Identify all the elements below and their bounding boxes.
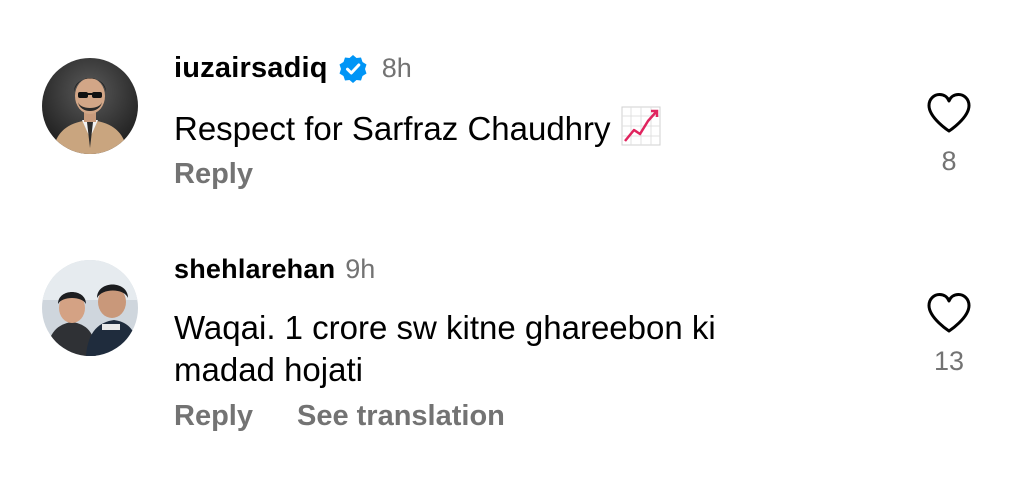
heart-icon[interactable]: [926, 292, 972, 334]
comment-time: 9h: [345, 254, 376, 284]
like-count: 13: [933, 346, 965, 376]
avatar[interactable]: [42, 260, 138, 356]
see-translation-button[interactable]: See translation: [297, 400, 505, 433]
reply-button[interactable]: Reply: [174, 400, 253, 433]
comment-header: shehlarehan 9h: [174, 254, 375, 285]
username[interactable]: shehlarehan: [174, 254, 335, 285]
comment-actions: Reply See translation: [174, 400, 505, 433]
like-column: 13: [920, 292, 978, 377]
avatar-image: [42, 260, 138, 356]
comment-text-line-2: madad hojati: [174, 351, 363, 388]
comment-item: shehlarehan 9h Waqai. 1 crore sw kitne g…: [0, 0, 1024, 478]
comment-text-line-1: Waqai. 1 crore sw kitne ghareebon ki: [174, 309, 716, 346]
